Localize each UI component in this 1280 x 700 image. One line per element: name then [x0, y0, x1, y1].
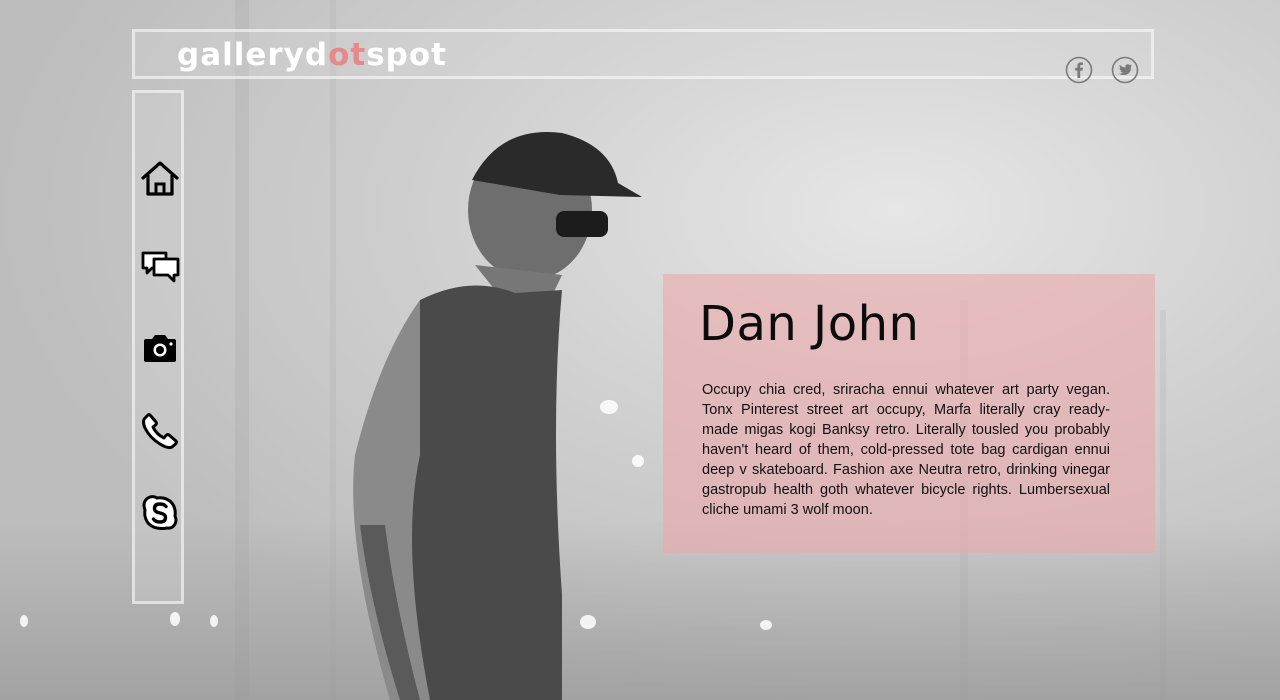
skype-icon: [142, 495, 178, 530]
sidebar-item-home[interactable]: [140, 159, 180, 199]
facebook-icon: [1065, 56, 1093, 84]
header-bar: gallerydotspot: [132, 29, 1154, 84]
twitter-icon: [1111, 56, 1139, 84]
sidebar-nav: [132, 90, 184, 604]
camera-icon: [144, 335, 176, 362]
logo-text-accent: ot: [328, 37, 367, 73]
chat-icon: [141, 251, 180, 283]
profile-bio: Occupy chia cred, sriracha ennui whateve…: [702, 382, 1110, 518]
logo-text-part3: spot: [366, 37, 447, 73]
profile-panel: Dan John Occupy chia cred, sriracha ennu…: [663, 274, 1155, 553]
sidebar-item-contact[interactable]: [140, 411, 180, 451]
sidebar-item-gallery[interactable]: [140, 329, 180, 369]
person-silhouette: [353, 131, 642, 700]
sidebar-item-messages[interactable]: [140, 246, 180, 286]
facebook-link[interactable]: [1065, 56, 1093, 84]
site-logo[interactable]: gallerydotspot: [177, 36, 447, 74]
twitter-link[interactable]: [1111, 56, 1139, 84]
home-icon: [141, 161, 179, 196]
profile-name: Dan John: [699, 296, 920, 352]
phone-icon: [142, 413, 178, 450]
sidebar-item-skype[interactable]: [140, 493, 180, 533]
logo-text-part1: galleryd: [177, 37, 329, 73]
